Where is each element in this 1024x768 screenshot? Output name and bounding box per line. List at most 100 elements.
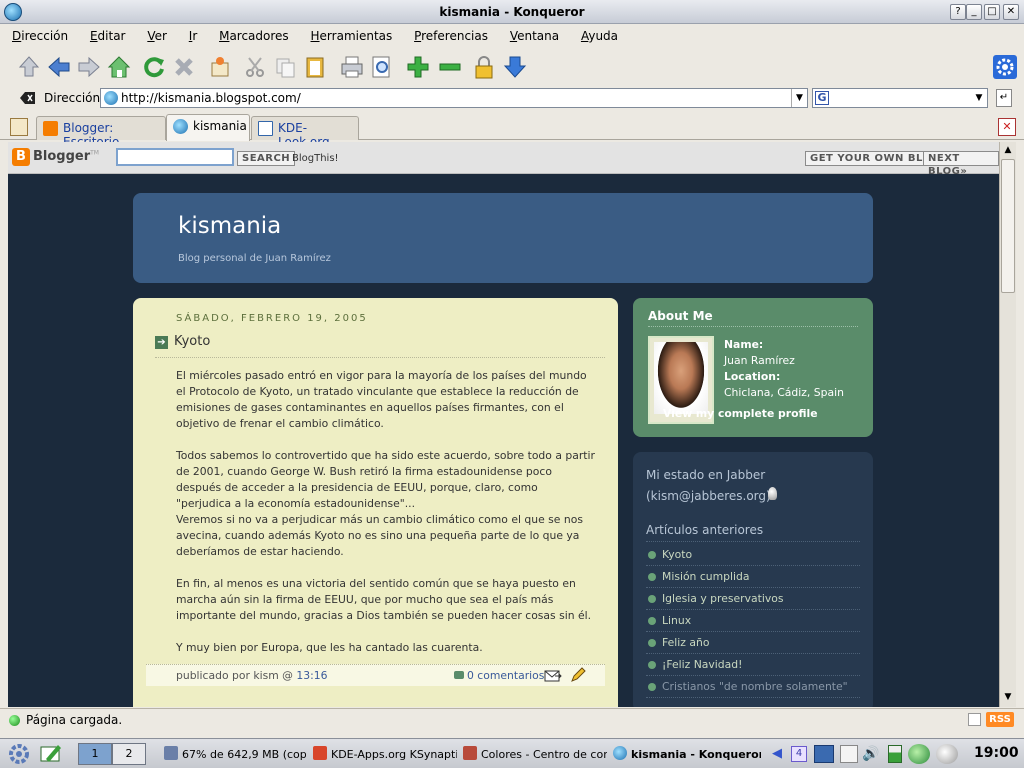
settings-gear-icon[interactable] [992,54,1018,80]
menu-editar[interactable]: Editar [90,26,126,46]
globe-icon [173,119,188,134]
tray-kopete-icon[interactable] [908,744,930,764]
print-icon[interactable] [339,54,365,80]
tray-arrow-icon[interactable]: ◀ [772,746,782,761]
profile-location: Chiclana, Cádiz, Spain [724,386,844,399]
close-tab-icon[interactable]: ✕ [998,118,1016,136]
tab-kismania[interactable]: kismania [166,114,250,141]
tray-battery-icon[interactable] [888,745,902,763]
panel-clock[interactable]: 19:00 [974,745,1019,761]
help-button[interactable]: ? [950,4,966,20]
stop-icon[interactable] [171,54,197,80]
minimize-button[interactable]: _ [966,4,982,20]
blog-title[interactable]: kismania [178,213,281,239]
reload-icon[interactable] [141,54,167,80]
email-post-icon[interactable] [544,669,562,683]
task-colores[interactable]: Colores - Centro de contr [463,746,607,761]
menu-ventana[interactable]: Ventana [510,26,559,46]
menu-ayuda[interactable]: Ayuda [581,26,618,46]
google-icon[interactable]: G [815,91,829,105]
archive-link-cristianos[interactable]: Cristianos "de nombre solamente" [646,676,860,698]
blog-description: Blog personal de Juan Ramírez [178,253,331,264]
print-preview-icon[interactable] [369,54,395,80]
desktop-2-button[interactable]: 2 [112,743,146,765]
vertical-scrollbar[interactable]: ▲ ▼ [999,142,1016,707]
profile-info: Name: Juan Ramírez Location: Chiclana, C… [724,338,844,399]
scroll-down-icon[interactable]: ▼ [1000,689,1016,705]
new-window-icon[interactable] [207,54,233,80]
menu-herramientas[interactable]: Herramientas [311,26,393,46]
post-time-link[interactable]: 13:16 [296,669,327,682]
title-bar[interactable]: kismania - Konqueror ? _ □ ✕ [0,0,1024,24]
close-button[interactable]: ✕ [1003,4,1019,20]
blogthis-link[interactable]: BlogThis! [292,153,339,164]
scroll-up-icon[interactable]: ▲ [1000,142,1016,158]
archive-link-navidad[interactable]: ¡Feliz Navidad! [646,654,860,676]
tray-badge-icon[interactable]: 4 [791,746,807,762]
cut-icon[interactable] [242,54,268,80]
zoom-in-icon[interactable] [405,54,431,80]
clear-location-icon[interactable] [20,91,36,105]
download-icon[interactable] [502,54,528,80]
tray-kmix-icon[interactable] [936,744,958,764]
new-tab-icon[interactable] [10,118,28,136]
editor-launcher-icon[interactable] [38,743,64,765]
archive-link-linux[interactable]: Linux [646,610,860,632]
edit-pencil-icon[interactable] [570,667,586,683]
back-icon[interactable] [46,54,72,80]
archive-link-feliz-ano[interactable]: Feliz año [646,632,860,654]
archive-link-iglesia[interactable]: Iglesia y preservativos [646,588,860,610]
maximize-button[interactable]: □ [984,4,1000,20]
view-profile-link[interactable]: View my complete profile [663,407,818,420]
url-dropdown-icon[interactable]: ▼ [791,89,807,107]
published-by: publicado por kism @ [176,669,293,682]
up-icon[interactable] [16,54,42,80]
post-date: SÁBADO, FEBRERO 19, 2005 [176,313,368,324]
comments-link[interactable]: 0 comentarios [467,665,544,687]
forward-icon[interactable] [76,54,102,80]
task-kde-apps[interactable]: KDE-Apps.org KSynaptics [313,746,457,761]
control-center-icon [463,746,477,760]
zoom-out-icon[interactable] [437,54,463,80]
tray-network-icon[interactable] [814,745,834,763]
archive-link-kyoto[interactable]: Kyoto [646,544,860,566]
post-paragraph: Y muy bien por Europa, que les ha cantad… [176,641,483,654]
address-label: Dirección: [44,91,105,105]
paste-icon[interactable] [302,54,328,80]
task-konqueror-active[interactable]: kismania - Konqueror [613,746,761,761]
archive-list: Kyoto Misión cumplida Iglesia y preserva… [646,544,860,698]
rss-feed-icon[interactable]: RSS [986,712,1014,727]
status-checkbox[interactable] [968,713,981,726]
search-button[interactable]: SEARCH [237,151,296,166]
desktop-1-button[interactable]: 1 [78,743,112,765]
jabber-id[interactable]: (kism@jabberes.org) [646,489,771,503]
task-file-copy[interactable]: 67% de 642,9 MB (copia [164,746,306,761]
tray-clipboard-icon[interactable] [840,745,858,763]
tray-volume-icon[interactable]: 🔊 [862,745,882,763]
window-title: kismania - Konqueror [439,5,585,19]
web-search-input[interactable]: G ▼ [812,88,988,108]
blogger-logo[interactable]: B BloggerTM [12,148,99,166]
home-icon[interactable] [106,54,132,80]
menu-ver[interactable]: Ver [147,26,167,46]
archive-link-mision[interactable]: Misión cumplida [646,566,860,588]
status-text: Página cargada. [26,713,123,727]
menu-ir[interactable]: Ir [189,26,197,46]
tab-kde-look[interactable]: KDE-Look.org [251,116,359,149]
url-input[interactable]: http://kismania.blogspot.com/ ▼ [100,88,808,108]
security-lock-icon[interactable] [471,54,497,80]
copy-icon[interactable] [272,54,298,80]
scroll-thumb[interactable] [1001,159,1015,293]
menu-marcadores[interactable]: Marcadores [219,26,289,46]
status-bar: Página cargada. RSS [0,708,1024,730]
globe-icon [613,746,627,760]
kde-menu-gear-icon[interactable] [6,742,32,766]
blogger-search-input[interactable] [116,148,234,166]
tab-blogger-escritorio[interactable]: Blogger: Escritorio [36,116,166,149]
go-icon[interactable]: ↵ [996,89,1012,107]
menu-direccion[interactable]: Dirección [12,26,68,46]
next-blog-button[interactable]: NEXT BLOG» [923,151,999,177]
search-dropdown-icon[interactable]: ▼ [971,89,987,107]
konqueror-window: kismania - Konqueror ? _ □ ✕ Dirección E… [0,0,1024,738]
menu-preferencias[interactable]: Preferencias [414,26,488,46]
